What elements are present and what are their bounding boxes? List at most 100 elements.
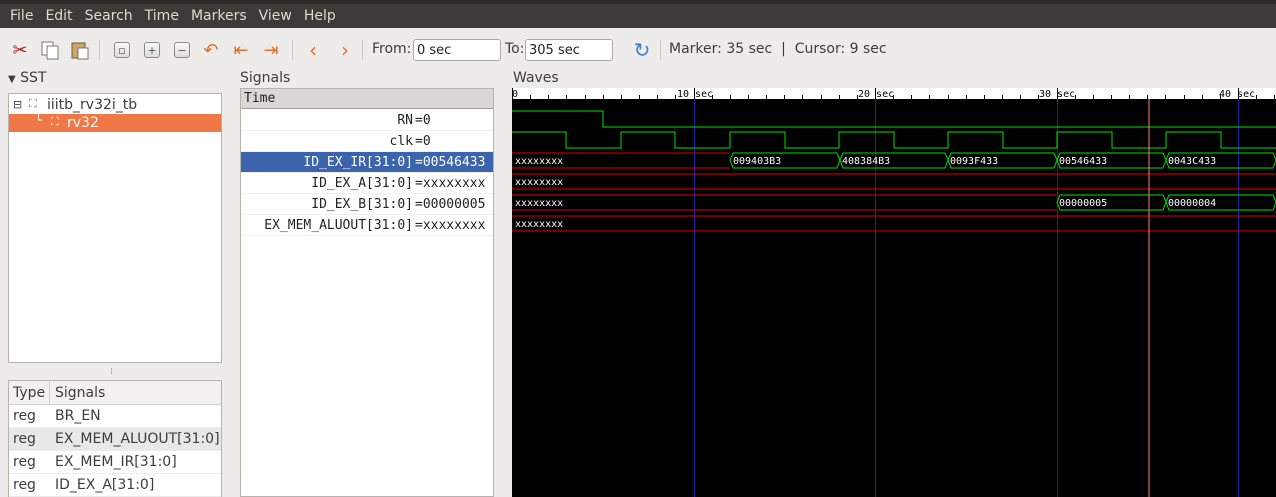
signal-name: ID_EX_A[31:0] [311, 176, 413, 191]
wave-value: 408384B3 [842, 156, 890, 167]
signal-name: EX_MEM_ALUOUT[31:0] [264, 218, 413, 233]
zoom-to-start-icon[interactable]: ⇤ [229, 38, 253, 62]
tick-label: 30 sec [1039, 89, 1075, 100]
tree-item-rv32[interactable]: └ ⛶ rv32 [9, 113, 221, 132]
tick-label: 10 sec [677, 89, 713, 100]
column-type[interactable]: Type [13, 381, 45, 405]
tick-label: 40 sec [1219, 89, 1255, 100]
sst-header[interactable]: ▼ SST [8, 70, 46, 86]
wave-ex-mem-aluout[interactable] [512, 215, 1276, 232]
next-edge-icon[interactable]: › [333, 38, 357, 62]
from-input[interactable] [413, 39, 501, 61]
zoom-out-icon[interactable]: − [170, 38, 194, 62]
wave-value: 0093F433 [950, 156, 998, 167]
row-signal: ID_EX_A[31:0] [55, 477, 155, 493]
signal-value: =0 [415, 113, 431, 128]
expander-down-icon: ▼ [8, 74, 16, 85]
tree-item-label: rv32 [67, 115, 99, 131]
zoom-to-end-icon[interactable]: ⇥ [259, 38, 283, 62]
signals-pane-title: Signals [240, 70, 291, 86]
row-signal: EX_MEM_ALUOUT[31:0] [55, 431, 220, 447]
wave-value: xxxxxxxx [515, 219, 563, 230]
table-row[interactable]: reg EX_MEM_IR[31:0] [9, 451, 221, 474]
signal-value: =xxxxxxxx [415, 176, 486, 191]
wave-id-ex-a[interactable] [512, 173, 1276, 190]
marker-cursor-status: Marker: 35 sec | Cursor: 9 sec [669, 41, 887, 57]
signal-name: RN [397, 113, 413, 128]
signal-row-id-ex-ir[interactable]: ID_EX_IR[31:0] =00546433 [241, 152, 493, 173]
reload-icon[interactable]: ↻ [630, 38, 654, 62]
menu-help[interactable]: Help [298, 4, 342, 28]
signal-value: =0 [415, 134, 431, 149]
sst-title: SST [20, 70, 47, 86]
signal-name: ID_EX_B[31:0] [311, 197, 413, 212]
column-divider [49, 381, 50, 405]
menu-markers[interactable]: Markers [185, 4, 253, 28]
collapse-icon[interactable]: ⊟ [13, 96, 22, 114]
menu-view[interactable]: View [253, 4, 298, 28]
row-type: reg [13, 431, 36, 447]
table-row[interactable]: reg EX_MEM_ALUOUT[31:0] [9, 428, 221, 451]
signals-pane[interactable]: Time RN =0 clk =0 ID_EX_IR[31:0] =00546433 … [240, 88, 494, 497]
paste-icon[interactable] [68, 38, 92, 62]
signal-row-id-ex-b[interactable]: ID_EX_B[31:0] =00000005 [241, 194, 493, 215]
row-signal: BR_EN [55, 408, 101, 424]
waves-pane-title: Waves [513, 70, 559, 86]
signal-name: ID_EX_IR[31:0] [303, 155, 413, 170]
signal-value: =00546433 [415, 155, 486, 170]
toolbar-separator [660, 40, 661, 60]
signal-row-rn[interactable]: RN =0 [241, 110, 493, 131]
menu-edit[interactable]: Edit [39, 4, 78, 28]
signal-value: =00000005 [415, 197, 486, 212]
wave-rn[interactable] [512, 110, 1276, 128]
toolbar-separator [99, 40, 100, 60]
zoom-fit-icon[interactable]: ▫ [110, 38, 134, 62]
wave-value: xxxxxxxx [515, 198, 563, 209]
prev-edge-icon[interactable]: ‹ [301, 38, 325, 62]
waves-canvas[interactable]: 0 10 sec 20 sec 30 sec 40 sec xxxxxxxx 0… [512, 88, 1276, 497]
from-label: From: [372, 41, 412, 57]
cut-icon[interactable]: ✂ [8, 38, 32, 62]
wave-value: 00546433 [1059, 156, 1107, 167]
to-input[interactable] [525, 39, 613, 61]
table-row[interactable]: reg ID_EX_A[31:0] [9, 474, 221, 497]
toolbar-separator [292, 40, 293, 60]
wave-value: 00000005 [1059, 198, 1107, 209]
menu-file[interactable]: File [0, 4, 39, 28]
zoom-in-icon[interactable]: + [140, 38, 164, 62]
hierarchy-icon: ⛶ [51, 115, 59, 128]
row-type: reg [13, 477, 36, 493]
signal-row-ex-mem-aluout[interactable]: EX_MEM_ALUOUT[31:0] =xxxxxxxx [241, 215, 493, 236]
undo-zoom-icon[interactable]: ↶ [199, 38, 223, 62]
signal-row-id-ex-a[interactable]: ID_EX_A[31:0] =xxxxxxxx [241, 173, 493, 194]
wave-id-ex-b-unknown[interactable] [512, 194, 1057, 211]
sst-signal-table[interactable]: Type Signals reg BR_EN reg EX_MEM_ALUOUT[3… [8, 380, 222, 497]
column-signals[interactable]: Signals [55, 381, 105, 405]
tick-label: 0 [512, 89, 518, 100]
time-header: Time [241, 89, 493, 109]
row-signal: EX_MEM_IR[31:0] [55, 454, 177, 470]
pane-grip[interactable]: ⁞ [110, 367, 113, 377]
copy-icon[interactable] [38, 38, 62, 62]
tree-item-label: iiitb_rv32i_tb [47, 97, 138, 113]
tree-connector: └ [35, 113, 43, 127]
wave-value: xxxxxxxx [515, 156, 563, 167]
tick-label: 20 sec [858, 89, 894, 100]
menu-time[interactable]: Time [139, 4, 185, 28]
menu-search[interactable]: Search [79, 4, 139, 28]
wave-value: 0043C433 [1168, 156, 1216, 167]
signal-value: =xxxxxxxx [415, 218, 486, 233]
toolbar-separator [362, 40, 363, 60]
wave-value: 009403B3 [733, 156, 781, 167]
wave-clk[interactable] [512, 131, 1276, 149]
sst-tree[interactable]: ⊟ ⛶ iiitb_rv32i_tb └ ⛶ rv32 [8, 93, 222, 363]
menubar: File Edit Search Time Markers View Help [0, 4, 1276, 28]
table-header: Type Signals [9, 381, 221, 405]
to-label: To: [505, 41, 525, 57]
row-type: reg [13, 408, 36, 424]
signal-row-clk[interactable]: clk =0 [241, 131, 493, 152]
row-type: reg [13, 454, 36, 470]
table-row[interactable]: reg BR_EN [9, 405, 221, 428]
signal-name: clk [389, 134, 413, 149]
pane-splitter[interactable] [500, 88, 506, 497]
